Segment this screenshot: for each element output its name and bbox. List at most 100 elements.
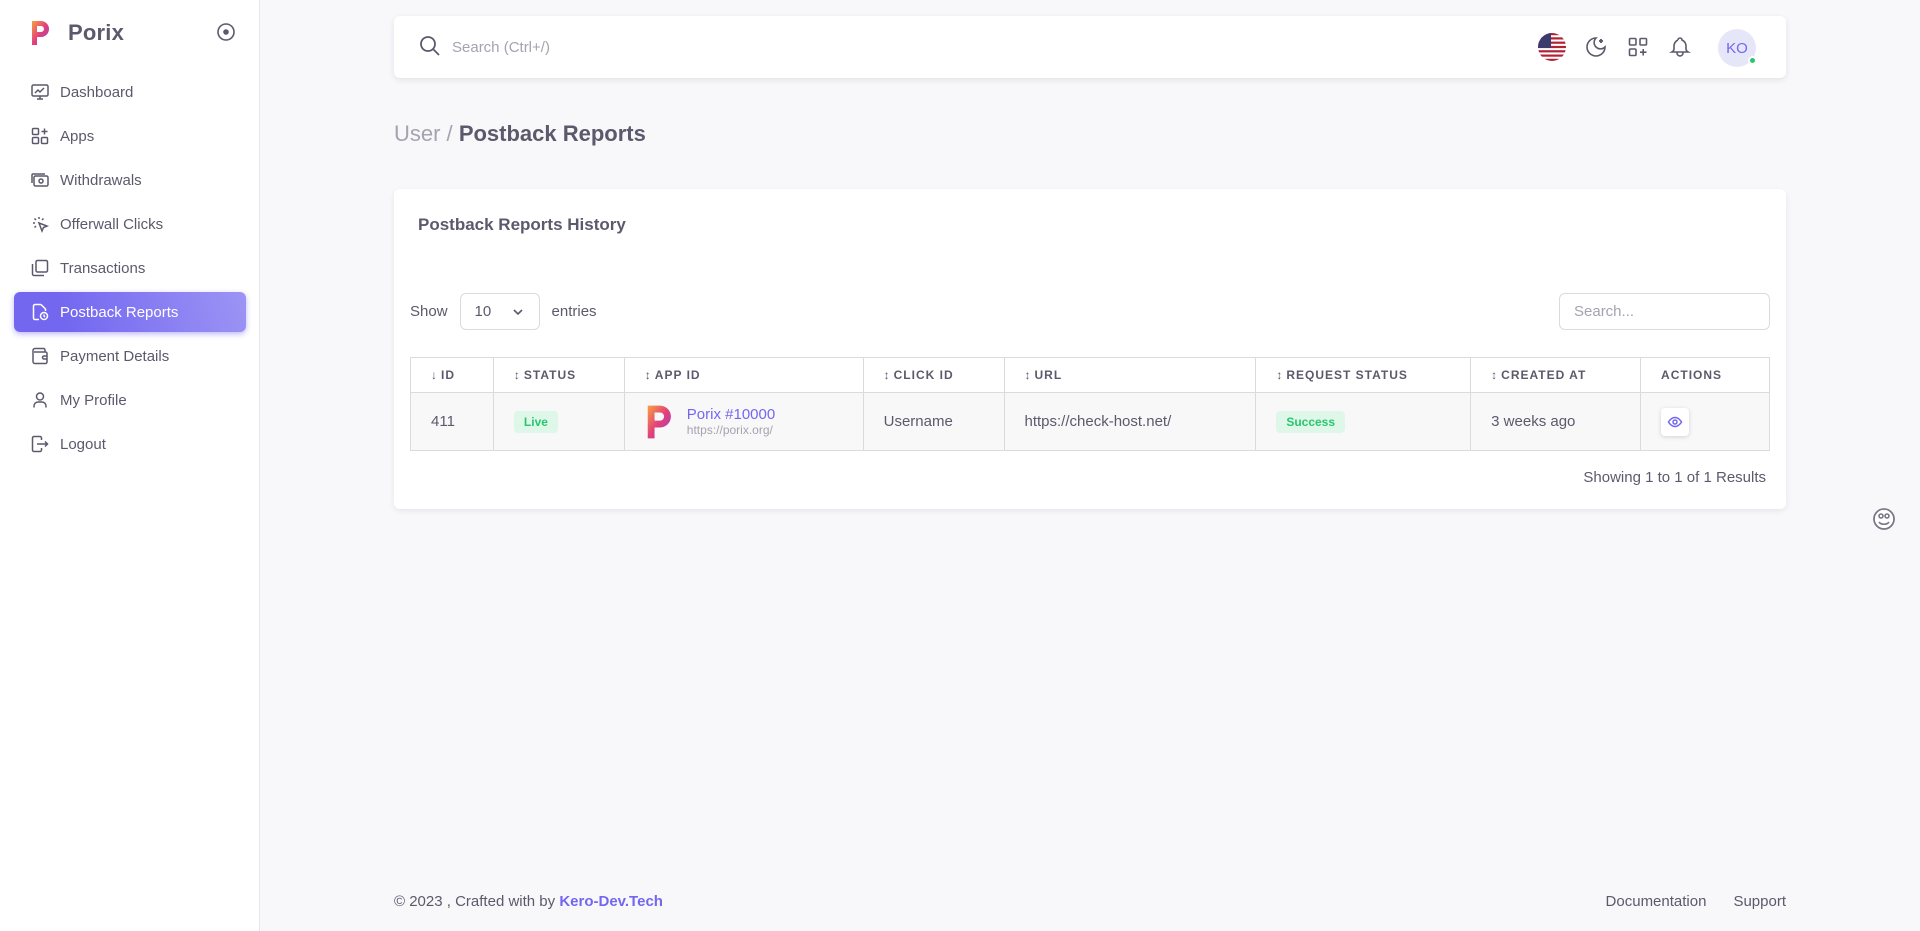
cell-id: 411 — [410, 392, 494, 451]
table-info: Showing 1 to 1 of 1 Results — [1583, 469, 1766, 486]
request-status-badge: Success — [1276, 410, 1346, 433]
app-name-link[interactable]: Porix #10000 — [687, 406, 775, 423]
sidebar-item-label: Logout — [60, 435, 106, 453]
sidebar-item-postback-reports[interactable]: Postback Reports — [14, 292, 246, 332]
sidebar-item-logout[interactable]: Logout — [14, 424, 246, 464]
column-header-app-id[interactable]: ↕ APP ID — [623, 357, 864, 393]
customizer-icon[interactable] — [1872, 507, 1896, 531]
sidebar-item-label: Payment Details — [60, 347, 170, 365]
status-badge: Live — [513, 410, 558, 433]
sort-icon: ↕ — [644, 368, 652, 382]
column-header-request-status[interactable]: ↕ REQUEST STATUS — [1255, 357, 1472, 393]
sidebar-item-my-profile[interactable]: My Profile — [14, 380, 246, 420]
sort-icon: ↕ — [883, 368, 891, 382]
entries-select-value: 10 — [474, 303, 492, 320]
sort-desc-icon: ↓ — [431, 368, 438, 382]
sidebar-item-dashboard[interactable]: Dashboard — [14, 72, 246, 112]
column-header-status[interactable]: ↕ STATUS — [492, 357, 625, 393]
column-header-url[interactable]: ↕ URL — [1003, 357, 1257, 393]
moon-icon[interactable] — [1584, 35, 1608, 59]
sidebar-item-label: Offerwall Clicks — [60, 215, 164, 233]
card-title: Postback Reports History — [418, 215, 626, 234]
top-navbar: KO — [394, 16, 1786, 78]
column-header-created-at[interactable]: ↕ CREATED AT — [1470, 357, 1642, 393]
global-search-input[interactable] — [452, 32, 1052, 62]
porix-logo-icon — [647, 405, 671, 438]
sidebar-item-withdrawals[interactable]: Withdrawals — [14, 160, 246, 200]
sidebar-item-label: Postback Reports — [60, 303, 179, 321]
dashboard-icon — [31, 84, 49, 100]
page-title: Postback Reports — [458, 121, 646, 146]
shortcuts-icon[interactable] — [1626, 35, 1650, 59]
sidebar-item-label: Withdrawals — [60, 171, 142, 189]
sort-icon: ↕ — [1491, 368, 1499, 382]
user-icon — [33, 392, 47, 408]
column-header-id[interactable]: ↓ ID — [410, 357, 494, 393]
apps-icon — [31, 127, 49, 145]
sidebar-item-label: My Profile — [60, 391, 127, 409]
view-button[interactable] — [1661, 407, 1690, 436]
porix-logo-icon — [32, 21, 49, 45]
column-header-label: ID — [441, 368, 455, 382]
footer-links: Documentation Support — [1606, 893, 1786, 910]
wallet-icon — [32, 347, 48, 365]
search-icon — [420, 36, 440, 56]
author-link[interactable]: Kero-Dev.Tech — [559, 893, 663, 910]
brand[interactable]: Porix — [30, 18, 124, 48]
cell-app-id: Porix #10000 https://porix.org/ — [623, 392, 864, 451]
column-header-click-id[interactable]: ↕ CLICK ID — [862, 357, 1005, 393]
transactions-icon — [31, 259, 49, 277]
table-header-row: ↓ ID ↕ STATUS ↕ APP ID ↕ CLICK ID ↕ URL ↕ REQU… — [410, 357, 1770, 393]
footer-copyright: © 2023 , Crafted with by Kero-Dev.Tech — [394, 893, 663, 910]
column-header-actions: ACTIONS — [1640, 357, 1770, 393]
withdrawals-icon — [31, 173, 49, 187]
logout-icon — [31, 435, 49, 453]
bell-icon[interactable] — [1668, 35, 1692, 59]
click-icon — [33, 217, 50, 234]
postback-reports-table: ↓ ID ↕ STATUS ↕ APP ID ↕ CLICK ID ↕ URL ↕ REQU… — [410, 357, 1770, 451]
entries-select[interactable]: 10 — [459, 293, 540, 330]
chevron-down-icon — [512, 308, 523, 315]
sidebar-item-transactions[interactable]: Transactions — [14, 248, 246, 288]
sidebar-item-label: Apps — [60, 127, 95, 145]
us-flag-icon[interactable] — [1538, 33, 1566, 61]
sort-icon: ↕ — [1276, 368, 1284, 382]
online-status-dot — [1748, 56, 1757, 65]
breadcrumb: User / Postback Reports — [394, 121, 646, 147]
sidebar-item-offerwall-clicks[interactable]: Offerwall Clicks — [14, 204, 246, 244]
documentation-link[interactable]: Documentation — [1606, 893, 1707, 910]
show-label: Show — [410, 303, 448, 320]
collapse-menu-icon[interactable] — [216, 22, 236, 42]
sort-icon: ↕ — [513, 368, 521, 382]
copyright-text: © 2023 , Crafted with by — [394, 893, 556, 910]
avatar[interactable]: KO — [1718, 29, 1757, 67]
column-header-label: ACTIONS — [1661, 368, 1723, 382]
column-header-label: STATUS — [523, 368, 577, 382]
sidebar-item-payment-details[interactable]: Payment Details — [14, 336, 246, 376]
avatar-initials: KO — [1726, 39, 1748, 57]
table-row: 411 Live Porix #10000 https://porix.org/… — [410, 392, 1770, 451]
column-header-label: REQUEST STATUS — [1286, 368, 1408, 382]
column-header-label: CREATED AT — [1501, 368, 1587, 382]
brand-name: Porix — [68, 20, 125, 45]
column-header-label: CLICK ID — [893, 368, 954, 382]
report-icon — [32, 303, 49, 321]
sidebar-menu: Dashboard Apps Withdrawals Offerwall Cli… — [14, 72, 246, 468]
sidebar-item-label: Transactions — [60, 259, 146, 277]
table-search-input[interactable] — [1559, 293, 1770, 330]
eye-icon — [1667, 416, 1683, 427]
support-link[interactable]: Support — [1733, 893, 1786, 910]
cell-status: Live — [492, 392, 625, 451]
entries-length-control: Show 10 entries — [410, 293, 597, 330]
column-header-label: URL — [1034, 368, 1063, 382]
app-url: https://porix.org/ — [686, 423, 773, 437]
cell-actions — [1640, 392, 1770, 451]
sidebar: Porix Dashboard Apps Withdrawals Offerwa… — [0, 0, 260, 931]
cell-url: https://check-host.net/ — [1003, 392, 1257, 451]
sidebar-item-label: Dashboard — [60, 83, 134, 101]
cell-request-status: Success — [1255, 392, 1472, 451]
sidebar-item-apps[interactable]: Apps — [14, 116, 246, 156]
breadcrumb-parent[interactable]: User / — [394, 121, 453, 146]
cell-created-at: 3 weeks ago — [1470, 392, 1642, 451]
postback-reports-card: Postback Reports History Show 10 entries… — [394, 189, 1786, 509]
